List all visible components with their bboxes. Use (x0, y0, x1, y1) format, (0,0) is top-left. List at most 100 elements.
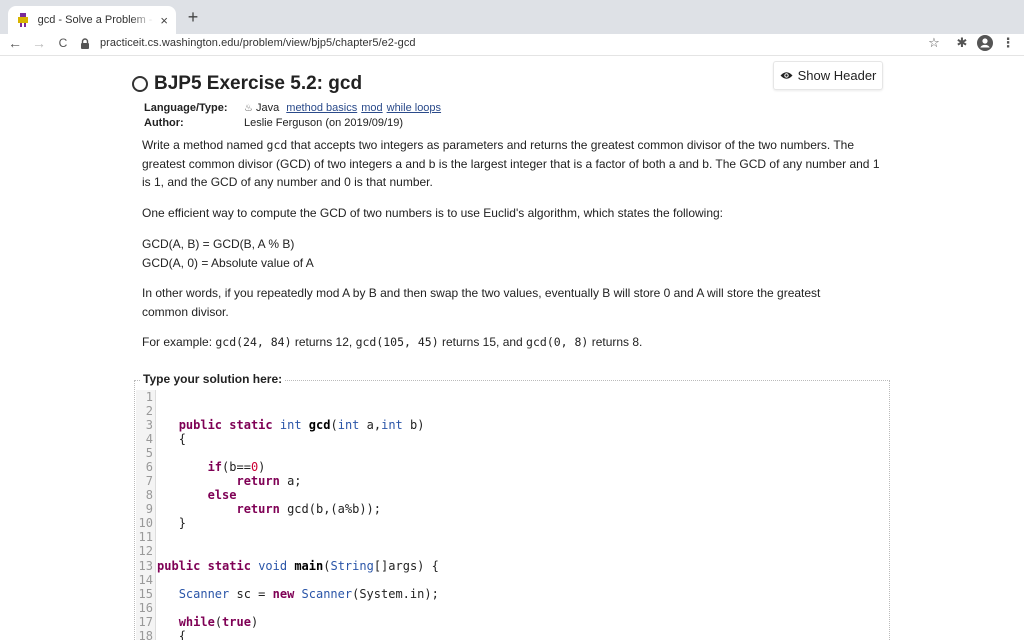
code-line[interactable]: 15 Scanner sc = new Scanner(System.in); (136, 587, 439, 601)
practiceit-favicon-icon (16, 13, 30, 27)
reload-icon[interactable]: C (54, 34, 72, 52)
line-number: 13 (138, 559, 153, 573)
lock-icon (80, 37, 90, 49)
code-line[interactable]: 9 return gcd(b,(a%b)); (136, 502, 381, 516)
tag-link-mod[interactable]: mod (361, 102, 382, 114)
meta-language-row: Language/Type: ♨ Java method basics mod whi… (144, 101, 441, 116)
line-number: 6 (145, 460, 153, 474)
code-line[interactable]: 14 (136, 573, 155, 587)
browser-tab[interactable]: gcd - Solve a Problem - Practi × (8, 6, 176, 34)
url-text: practiceit.cs.washington.edu/problem/vie… (100, 37, 416, 49)
back-arrow-icon[interactable]: ← (6, 34, 24, 52)
code-line[interactable]: 10 } (136, 516, 186, 530)
show-header-button[interactable]: Show Header (773, 61, 883, 90)
line-number: 14 (138, 573, 153, 587)
bookmark-star-icon[interactable]: ☆ (926, 34, 942, 52)
problem-header: BJP5 Exercise 5.2: gcd (132, 73, 362, 95)
code-line[interactable]: 1 (136, 390, 155, 404)
line-number: 9 (145, 502, 153, 516)
tab-close-icon[interactable]: × (160, 14, 168, 27)
desc-text: returns 8. (588, 335, 643, 349)
code-text: { (178, 432, 186, 446)
line-number: 10 (138, 516, 153, 530)
line-number: 18 (138, 629, 153, 640)
code-text: return gcd(b,(a%b)); (236, 502, 381, 516)
code-line[interactable]: 7 return a; (136, 474, 302, 488)
code-text: Scanner sc = new Scanner(System.in); (178, 587, 439, 601)
code-line[interactable]: 17 while(true) (136, 615, 259, 629)
meta-language-key: Language/Type: (144, 102, 228, 114)
line-number: 11 (138, 530, 153, 544)
line-number: 4 (145, 432, 153, 446)
description-paragraph-1: Write a method named gcd that accepts tw… (142, 136, 882, 192)
desc-code: gcd (266, 138, 288, 152)
unsolved-circle-icon (132, 76, 148, 92)
problem-meta: Language/Type: ♨ Java method basics mod whi… (144, 101, 441, 130)
line-number: 3 (145, 418, 153, 432)
toolbar-divider (0, 55, 1024, 56)
description-formulas: GCD(A, B) = GCD(B, A % B) GCD(A, 0) = Ab… (142, 235, 882, 272)
new-tab-button[interactable]: + (184, 8, 202, 26)
meta-author-key: Author: (144, 117, 184, 129)
line-number: 7 (145, 474, 153, 488)
code-text: public static int gcd(int a,int b) (178, 418, 425, 432)
address-bar[interactable]: practiceit.cs.washington.edu/problem/vie… (80, 34, 950, 52)
code-line[interactable]: 11 (136, 530, 155, 544)
line-number: 1 (145, 390, 153, 404)
code-text: { (178, 629, 186, 640)
desc-code: gcd(105, 45) (355, 335, 439, 349)
line-number: 5 (145, 446, 153, 460)
profile-avatar-icon[interactable] (976, 34, 994, 52)
line-number: 15 (138, 587, 153, 601)
description-paragraph-2: One efficient way to compute the GCD of … (142, 206, 724, 220)
formula-line-1: GCD(A, B) = GCD(B, A % B) (142, 237, 295, 251)
code-line[interactable]: 18 { (136, 629, 186, 640)
code-line[interactable]: 16 (136, 601, 155, 615)
language-label: Java (255, 102, 280, 114)
desc-code: gcd(24, 84) (215, 335, 292, 349)
code-line[interactable]: 2 (136, 404, 155, 418)
meta-author-row: Author: Leslie Ferguson (on 2019/09/19) (144, 116, 441, 130)
desc-text: returns 15, and (438, 335, 527, 349)
tab-title: gcd - Solve a Problem - Practi (37, 14, 155, 26)
code-line[interactable]: 12 (136, 544, 155, 558)
line-number: 17 (138, 615, 153, 629)
browser-toolbar: ← → C practiceit.cs.washington.edu/probl… (0, 34, 1024, 54)
forward-arrow-icon[interactable]: → (30, 34, 48, 52)
code-line[interactable]: 5 (136, 446, 155, 460)
browser-tabbar: gcd - Solve a Problem - Practi × + (0, 0, 1024, 34)
code-line[interactable]: 13 public static void main(String[]args) … (136, 559, 439, 573)
desc-text: returns 12, (291, 335, 356, 349)
line-number: 12 (138, 544, 153, 558)
tag-link-method-basics[interactable]: method basics (286, 102, 357, 114)
meta-author-value: Leslie Ferguson (on 2019/09/19) (244, 117, 403, 129)
desc-text: Write a method named (142, 138, 267, 152)
code-line[interactable]: 3 public static int gcd(int a,int b) (136, 418, 425, 432)
formula-line-2: GCD(A, 0) = Absolute value of A (142, 255, 314, 270)
page-title: BJP5 Exercise 5.2: gcd (154, 73, 363, 94)
code-line[interactable]: 6 if(b==0) (136, 460, 266, 474)
desc-code: gcd(0, 8) (526, 335, 589, 349)
meta-language-value: ♨ Java method basics mod while loops (244, 101, 441, 116)
tag-link-while-loops[interactable]: while loops (387, 102, 441, 114)
java-cup-icon: ♨ (244, 103, 253, 114)
editor-legend: Type your solution here: (140, 372, 286, 386)
code-line[interactable]: 4 { (136, 432, 186, 446)
extension-icon[interactable]: ✱ (954, 34, 970, 52)
browser-menu-icon[interactable]: ⋮ (1000, 34, 1016, 52)
code-text: } (178, 516, 186, 530)
line-number: 16 (138, 601, 153, 615)
code-line[interactable]: 8 else (136, 488, 237, 502)
code-text: if(b==0) (207, 460, 266, 474)
code-text: else (207, 488, 237, 502)
description-paragraph-4: In other words, if you repeatedly mod A … (142, 286, 821, 319)
code-text: return a; (236, 474, 302, 488)
line-number: 8 (145, 488, 153, 502)
line-number: 2 (145, 404, 153, 418)
code-text: public static void main(String[]args) { (157, 559, 439, 573)
desc-text: For example: (142, 335, 216, 349)
show-header-label: Show Header (797, 68, 877, 83)
eye-icon (780, 72, 793, 79)
description-examples: For example: gcd(24, 84) returns 12, gcd… (142, 333, 882, 352)
code-text: while(true) (178, 615, 259, 629)
